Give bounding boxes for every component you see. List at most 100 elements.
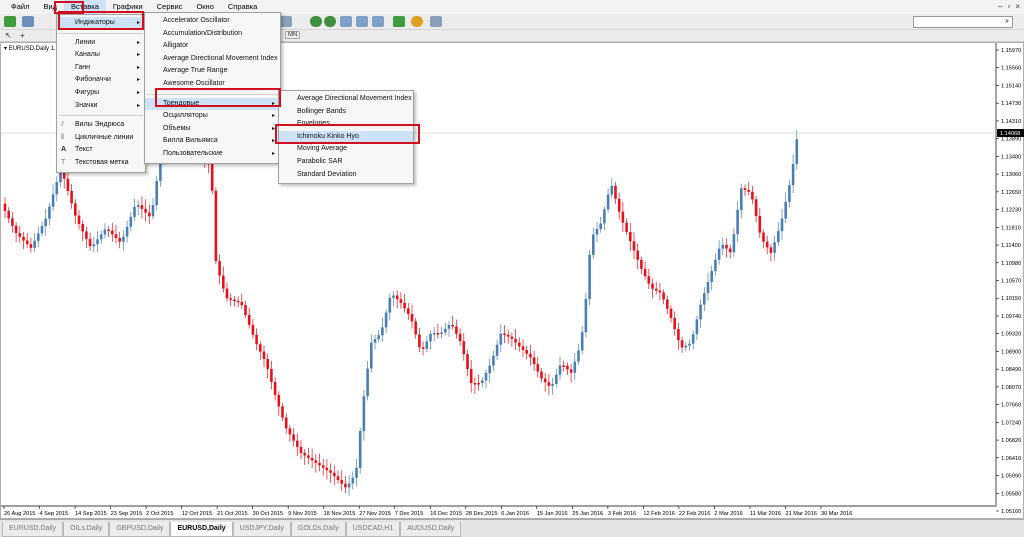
menu-item-parabolic-sar[interactable]: Parabolic SAR (279, 156, 413, 169)
chart-shift-icon[interactable] (356, 16, 368, 27)
menu-item-trend[interactable]: Трендовые ▸ (145, 97, 280, 111)
chart-type-icon[interactable] (280, 16, 292, 27)
menu-item-adx[interactable]: Average Directional Movement Index (145, 53, 280, 66)
menu-item-gann[interactable]: Ганн ▸ (57, 62, 145, 75)
menu-item-shapes[interactable]: Фигуры ▸ (57, 87, 145, 100)
candle-down (503, 333, 506, 336)
candle-down (318, 462, 321, 466)
candle-up (695, 319, 699, 335)
candle-up (488, 365, 491, 373)
restore-icon[interactable]: ▫ (1007, 2, 1010, 11)
candle-up (425, 341, 429, 349)
tab-eurusd-daily-1[interactable]: EURUSD,Daily (2, 522, 64, 537)
menu-item-standard-deviation[interactable]: Standard Deviation (279, 169, 413, 182)
menu-item-envelopes[interactable]: Envelopes (279, 118, 413, 131)
menu-item-trend-label: Трендовые (163, 99, 200, 107)
menu-item-custom[interactable]: Пользовательские ▸ (145, 148, 280, 161)
candle-up (584, 298, 588, 333)
candle-down (273, 381, 277, 395)
menu-item-alligator[interactable]: Alligator (145, 40, 280, 53)
menu-view[interactable]: Вид (36, 0, 64, 14)
price-tick-label: 1.05580 (1001, 491, 1021, 497)
candle-up (732, 234, 736, 253)
tab-audusd-daily[interactable]: AUDUSD,Daily (400, 522, 462, 537)
menu-item-indicators[interactable]: Индикаторы ▸ (57, 17, 145, 30)
minimize-icon[interactable]: – (998, 2, 1002, 11)
submenu-arrow-icon: ▸ (271, 113, 275, 120)
candle-up (499, 333, 503, 345)
candle-up (684, 345, 688, 348)
window-controls: – ▫ × (998, 2, 1020, 11)
candle-down (25, 240, 29, 245)
menu-item-arrows[interactable]: Значки ▸ (57, 100, 145, 113)
cursor-icon[interactable]: ↖ (5, 31, 12, 40)
templates-icon[interactable] (430, 16, 442, 27)
candle-up (347, 483, 351, 488)
menu-item-oscillators[interactable]: Осцилляторы ▸ (145, 110, 280, 123)
menu-item-accumulation-distribution[interactable]: Accumulation/Distribution (145, 28, 280, 41)
menu-item-trend-adx[interactable]: Average Directional Movement Index (279, 93, 413, 106)
candle-down (321, 465, 325, 468)
close-icon[interactable]: × (1015, 2, 1020, 11)
menu-item-bollinger-bands[interactable]: Bollinger Bands (279, 106, 413, 119)
submenu-arrow-icon: ▸ (136, 64, 140, 71)
menu-item-awesome-oscillator[interactable]: Awesome Oscillator (145, 78, 280, 91)
menu-insert[interactable]: Вставка (64, 0, 106, 14)
tab-gbpusd-daily[interactable]: GBPUSD,Daily (109, 522, 171, 537)
candle-up (736, 210, 739, 235)
candle-down (477, 383, 480, 385)
candle-up (721, 244, 725, 249)
date-tick-label: 14 Sep 2015 (75, 511, 107, 517)
menu-item-text[interactable]: A Текст (57, 144, 145, 157)
menu-item-atr[interactable]: Average True Range (145, 65, 280, 78)
menu-item-andrews-pitchfork-label: Вилы Эндрюса (75, 121, 125, 129)
candle-down (562, 365, 565, 367)
tab-usdcad-h1[interactable]: USDCAD,H1 (345, 522, 401, 537)
menu-item-text-label-tool-label: Текстовая метка (75, 158, 129, 166)
menu-item-volumes[interactable]: Объемы ▸ (145, 123, 280, 136)
menu-item-ichimoku[interactable]: Ichimoku Kinko Hyo (279, 130, 413, 144)
tab-golds-daily[interactable]: GOLDs,Daily (290, 522, 346, 537)
search-input[interactable]: ⌕ (913, 16, 1013, 28)
menu-item-cycle-lines[interactable]: ⦀ Цикличные линии (57, 132, 145, 145)
menu-item-andrews-pitchfork[interactable]: ⫽ Вилы Эндрюса (57, 119, 145, 132)
menu-file[interactable]: Файл (4, 0, 36, 14)
candle-up (717, 248, 721, 260)
profiles-icon[interactable] (22, 16, 34, 27)
candle-down (277, 394, 281, 407)
timeframe-mn-button[interactable]: MN (285, 31, 301, 39)
menu-item-channels[interactable]: Каналы ▸ (57, 49, 145, 62)
menu-item-accelerator-oscillator[interactable]: Accelerator Oscillator (145, 15, 280, 28)
candle-down (88, 238, 92, 247)
candle-down (314, 460, 318, 463)
autoscroll-icon[interactable] (372, 16, 384, 27)
candle-down (629, 232, 632, 242)
menu-item-bill-williams-label: Билла Вильямса (163, 137, 218, 145)
candle-down (144, 208, 147, 213)
current-price-label: 1.14068 (1000, 131, 1020, 137)
menu-item-fibonacci[interactable]: Фибоначчи ▸ (57, 74, 145, 87)
candle-up (432, 333, 436, 335)
tab-eurusd-daily-active[interactable]: EURUSD,Daily (170, 522, 233, 537)
candle-down (658, 290, 662, 293)
menu-item-lines[interactable]: Линии ▸ (57, 37, 145, 50)
menu-item-moving-average[interactable]: Moving Average (279, 143, 413, 156)
submenu-arrow-icon: ▸ (271, 150, 275, 157)
menu-item-text-label-tool[interactable]: T Текстовая метка (57, 157, 145, 170)
candle-down (451, 325, 454, 327)
indicators-icon[interactable] (393, 16, 405, 27)
periods-icon[interactable] (411, 16, 423, 27)
price-tick-label: 1.11400 (1001, 243, 1021, 249)
crosshair-icon[interactable]: + (20, 31, 25, 40)
tab-usdjpy-daily[interactable]: USDJPY,Daily (232, 522, 291, 537)
price-tick-label: 1.15560 (1001, 66, 1021, 72)
candle-up (51, 194, 55, 207)
tile-windows-icon[interactable] (340, 16, 352, 27)
new-chart-icon[interactable] (4, 16, 16, 27)
menu-item-fibonacci-label: Фибоначчи (75, 76, 111, 84)
tab-oils-daily[interactable]: OILs,Daily (63, 522, 110, 537)
menu-item-bill-williams[interactable]: Билла Вильямса ▸ (145, 135, 280, 148)
zoom-in-icon[interactable] (310, 16, 322, 27)
zoom-out-icon[interactable] (324, 16, 336, 27)
price-tick-label: 1.09320 (1001, 332, 1021, 338)
